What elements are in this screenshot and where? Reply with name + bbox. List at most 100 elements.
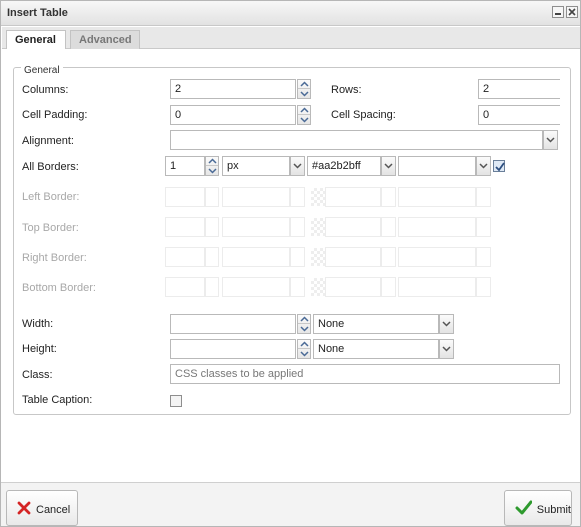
- width-unit-select[interactable]: None: [313, 314, 439, 334]
- left-border-color-input: [325, 187, 381, 207]
- height-stepper-down[interactable]: [298, 349, 310, 358]
- right-border-width-input: [165, 247, 205, 267]
- all-borders-style-dropdown-button[interactable]: [476, 156, 491, 176]
- width-label: Width:: [22, 318, 54, 330]
- top-border-color-arrow: [381, 217, 396, 237]
- columns-stepper-down[interactable]: [298, 89, 310, 98]
- chevron-down-icon: [442, 346, 451, 352]
- chevron-up-icon: [299, 107, 309, 113]
- cell-padding-stepper[interactable]: [297, 105, 311, 125]
- all-borders-width-value: 1: [170, 160, 177, 172]
- chevron-down-icon: [442, 321, 451, 327]
- columns-value: 2: [175, 83, 182, 95]
- right-border-style-select: [398, 247, 476, 267]
- columns-input[interactable]: 2: [170, 79, 296, 99]
- chevron-down-icon: [299, 90, 309, 97]
- top-border-style-select: [398, 217, 476, 237]
- top-border-width-input: [165, 217, 205, 237]
- right-border-stepper: [205, 247, 219, 267]
- class-input[interactable]: CSS classes to be applied: [170, 364, 560, 384]
- left-border-label: Left Border:: [22, 191, 80, 203]
- general-legend: General: [21, 65, 63, 76]
- cell-padding-stepper-up[interactable]: [298, 106, 310, 115]
- chevron-down-icon: [293, 163, 302, 169]
- all-borders-width-input[interactable]: 1: [165, 156, 205, 176]
- all-borders-stepper-down[interactable]: [206, 166, 218, 175]
- class-label: Class:: [22, 369, 53, 381]
- columns-stepper[interactable]: [297, 79, 311, 99]
- right-border-unit-select: [222, 247, 290, 267]
- tab-general[interactable]: General: [6, 30, 66, 50]
- chevron-down-icon: [384, 163, 393, 169]
- cell-padding-label: Cell Padding:: [22, 109, 88, 121]
- width-stepper-up[interactable]: [298, 315, 310, 324]
- columns-stepper-up[interactable]: [298, 80, 310, 89]
- left-border-color-swatch: [311, 188, 325, 206]
- height-unit-value: None: [318, 343, 345, 355]
- cell-spacing-value: 0: [483, 109, 490, 121]
- chevron-down-icon: [299, 116, 309, 123]
- minimize-button[interactable]: [552, 6, 564, 18]
- close-button[interactable]: [566, 6, 578, 18]
- all-borders-color-dropdown-button[interactable]: [381, 156, 396, 176]
- right-border-color-swatch: [311, 248, 325, 266]
- left-border-color-arrow: [381, 187, 396, 207]
- chevron-down-icon: [299, 350, 309, 357]
- bottom-border-unit-select: [222, 277, 290, 297]
- table-caption-checkbox[interactable]: [170, 395, 182, 407]
- rows-input[interactable]: 2: [478, 79, 560, 99]
- tab-advanced[interactable]: Advanced: [70, 30, 140, 49]
- check-mark-icon: [515, 500, 532, 515]
- rows-value: 2: [483, 83, 490, 95]
- all-borders-unit-dropdown-button[interactable]: [290, 156, 305, 176]
- insert-table-dialog: Insert Table General Advanced General Co…: [0, 0, 581, 527]
- all-borders-color-value: #aa2b2bff: [312, 160, 361, 172]
- class-placeholder: CSS classes to be applied: [175, 368, 304, 380]
- all-borders-checkbox[interactable]: [493, 160, 505, 172]
- tab-advanced-label: Advanced: [79, 34, 132, 46]
- cancel-button[interactable]: Cancel: [6, 490, 78, 526]
- left-border-stepper: [205, 187, 219, 207]
- width-unit-value: None: [318, 318, 345, 330]
- dialog-titlebar[interactable]: Insert Table: [1, 1, 580, 26]
- top-border-color-swatch: [311, 218, 325, 236]
- submit-label: Submit: [536, 504, 571, 516]
- alignment-select[interactable]: [170, 130, 543, 150]
- cell-spacing-input[interactable]: 0: [478, 105, 560, 125]
- height-stepper[interactable]: [297, 339, 311, 359]
- chevron-up-icon: [299, 341, 309, 347]
- all-borders-width-stepper[interactable]: [205, 156, 219, 176]
- top-border-unit-arrow: [290, 217, 305, 237]
- width-unit-dropdown-button[interactable]: [439, 314, 454, 334]
- all-borders-style-select[interactable]: [398, 156, 476, 176]
- chevron-up-icon: [299, 81, 309, 87]
- all-borders-unit-select[interactable]: px: [222, 156, 290, 176]
- width-stepper-down[interactable]: [298, 324, 310, 333]
- top-border-stepper: [205, 217, 219, 237]
- cell-spacing-label: Cell Spacing:: [331, 109, 396, 121]
- tab-general-label: General: [15, 34, 56, 46]
- width-stepper[interactable]: [297, 314, 311, 334]
- height-input[interactable]: [170, 339, 296, 359]
- chevron-down-icon: [207, 167, 217, 174]
- bottom-border-width-input: [165, 277, 205, 297]
- height-unit-dropdown-button[interactable]: [439, 339, 454, 359]
- right-border-style-arrow: [476, 247, 491, 267]
- x-mark-icon: [17, 501, 31, 515]
- submit-button[interactable]: Submit: [504, 490, 572, 526]
- cell-padding-stepper-down[interactable]: [298, 115, 310, 124]
- chevron-down-icon: [299, 325, 309, 332]
- chevron-down-icon: [546, 137, 555, 143]
- height-unit-select[interactable]: None: [313, 339, 439, 359]
- columns-label: Columns:: [22, 84, 69, 96]
- close-icon: [568, 8, 576, 16]
- cell-padding-input[interactable]: 0: [170, 105, 296, 125]
- top-border-unit-select: [222, 217, 290, 237]
- right-border-color-input: [325, 247, 381, 267]
- alignment-dropdown-button[interactable]: [543, 130, 558, 150]
- all-borders-color-input[interactable]: #aa2b2bff: [307, 156, 381, 176]
- left-border-width-input: [165, 187, 205, 207]
- height-stepper-up[interactable]: [298, 340, 310, 349]
- width-input[interactable]: [170, 314, 296, 334]
- all-borders-stepper-up[interactable]: [206, 157, 218, 166]
